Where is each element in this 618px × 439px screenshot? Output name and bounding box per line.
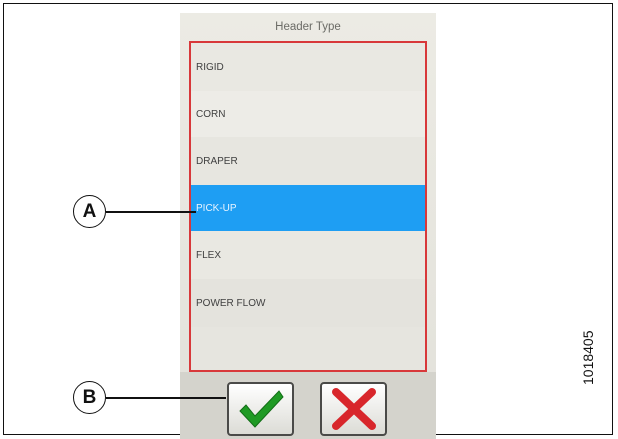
list-item-draper[interactable]: DRAPER: [191, 137, 425, 185]
list-item-pick-up[interactable]: PICK-UP: [191, 185, 425, 231]
list-item-label: POWER FLOW: [196, 297, 266, 309]
callout-a-circle: A: [73, 195, 106, 228]
display-screen: Header Type RIGID CORN DRAPER PICK-UP FL…: [180, 13, 436, 439]
figure-id: 1018405: [580, 330, 596, 385]
x-icon: [331, 388, 376, 430]
cancel-button[interactable]: [320, 382, 387, 436]
list-item-label: FLEX: [196, 249, 222, 261]
screen-title: Header Type: [275, 21, 341, 33]
list-item-flex[interactable]: FLEX: [191, 231, 425, 279]
confirm-button[interactable]: [227, 382, 294, 436]
list-item-label: PICK-UP: [196, 202, 237, 214]
list-item-empty[interactable]: [191, 327, 425, 370]
callout-b-circle: B: [73, 381, 106, 414]
list-item-label: CORN: [196, 108, 226, 120]
list-item-label: DRAPER: [196, 155, 238, 167]
callout-a-label: A: [82, 200, 97, 222]
callout-a-leader: [106, 211, 196, 213]
list-item-corn[interactable]: CORN: [191, 91, 425, 137]
list-item-label: RIGID: [196, 61, 224, 73]
callout-b-label: B: [82, 386, 97, 408]
list-item-rigid[interactable]: RIGID: [191, 43, 425, 91]
list-item-power-flow[interactable]: POWER FLOW: [191, 279, 425, 327]
header-type-list: RIGID CORN DRAPER PICK-UP FLEX POWER FLO…: [189, 41, 427, 372]
button-bar: [180, 372, 436, 439]
callout-b-leader: [106, 397, 226, 399]
check-icon: [238, 390, 284, 428]
